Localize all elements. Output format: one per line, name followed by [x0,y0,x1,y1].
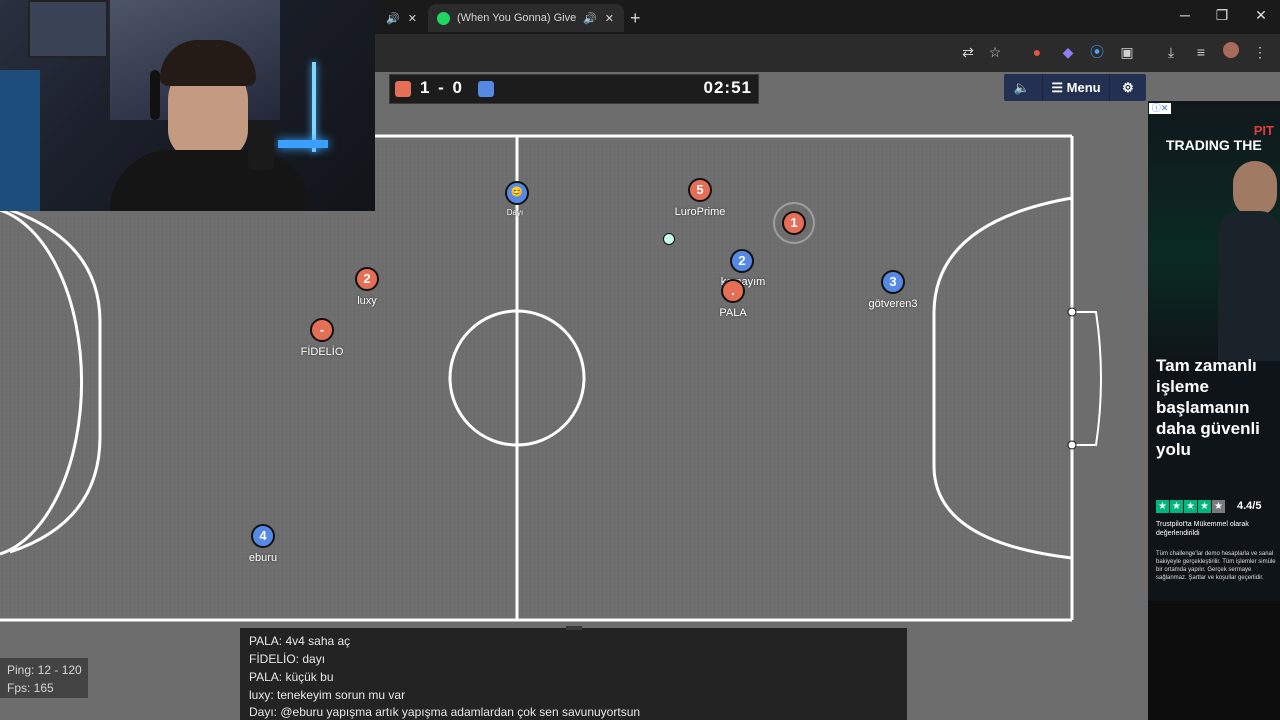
speaker-icon: 🔊 [583,12,597,25]
ad-bottom [1148,601,1280,720]
new-tab-button[interactable]: + [630,4,652,32]
extension-wave-icon[interactable]: ⦿ [1087,42,1107,62]
light-bar [312,62,316,152]
blue-chair [0,70,40,211]
chat-box: PALA: 4v4 saha aç FİDELİO: dayı PALA: kü… [240,628,907,720]
tab-muted[interactable]: 🔊 ✕ [380,4,422,32]
chat-resize-handle[interactable] [566,626,582,630]
player-name: eburu [248,552,278,564]
blue-team-indicator [478,81,494,97]
extension-game-icon[interactable]: ◆ [1058,42,1078,62]
player-blue-eburu: 4 [251,524,275,548]
stats-panel: Ping: 12 - 120 Fps: 165 [0,658,88,698]
ad-stars: ★ ★ ★ ★ ★ [1156,500,1225,513]
chat-message: luxy: tenekeyim sorun mu var [249,688,406,702]
ping-readout: Ping: 12 - 120 [7,663,82,677]
ad-headline: TRADING THE [1166,137,1262,153]
red-team-indicator [395,81,411,97]
menu-button[interactable]: ☰ Menu [1042,74,1110,101]
browser-menu-icon[interactable]: ⋮ [1250,42,1270,62]
chat-message: Dayı: @eburu yapışma artık yapışma adaml… [249,705,641,719]
player-name: luxy [357,295,377,307]
advertisement[interactable]: ⓘ✕ PIT TRADING THE Tam zamanlı işleme ba… [1148,101,1280,601]
scoreboard: 1 - 0 02:51 [389,74,759,104]
wall-poster [28,0,108,58]
settings-gear-icon[interactable]: ⚙ [1110,74,1146,101]
speaker-icon: 🔊 [386,12,400,25]
goal-right [1072,311,1102,446]
streamer-shirt [110,150,310,211]
player-blue-kemayim: 2 [730,249,754,273]
ad-brand: PIT [1253,123,1274,138]
player-red-pala: . [721,279,745,303]
chat-message: PALA: küçük bu [249,670,334,684]
microphone [248,120,274,170]
goal-post-bottom [1067,440,1077,450]
tab-title: (When You Gonna) Give It U [457,12,579,24]
player-name: PALA [719,307,747,319]
goal-post-top [1067,307,1077,317]
player-blue-dayi: 😊 [505,181,529,205]
menu-label: Menu [1066,80,1101,95]
hamburger-icon: ☰ [1051,80,1064,95]
close-tab-icon[interactable]: ✕ [605,12,614,25]
star-icon: ★ [1156,500,1169,513]
ad-person-body [1218,211,1280,361]
media-control-icon[interactable]: ≡ [1191,42,1211,62]
ad-trust: Trustpilot'ta Mükemmel olarak değerlendi… [1156,521,1249,537]
extension-fox-icon[interactable]: ● [1027,42,1047,62]
chat-message: FİDELİO: dayı [249,652,326,666]
player-red-luroprime: 5 [688,178,712,202]
player-red-1: 1 [782,211,806,235]
player-name: Dayı [506,208,524,217]
star-icon: ★ [1184,500,1197,513]
extensions-puzzle-icon[interactable]: ▣ [1117,42,1137,62]
ad-body: Tam zamanlı işleme başlamanın daha güven… [1156,356,1260,459]
player-red-fidelio: - [310,318,334,342]
player-blue-gotveren3: 3 [881,270,905,294]
ad-person [1233,161,1277,217]
close-window-icon[interactable]: ✕ [1246,7,1276,24]
star-icon: ★ [1198,500,1211,513]
fps-readout: Fps: 165 [7,681,54,695]
close-tab-icon[interactable]: ✕ [408,12,417,25]
chat-message: PALA: 4v4 saha aç [249,634,351,648]
ad-rating: 4.4/5 [1237,500,1262,512]
player-red-luxy: 2 [355,267,379,291]
maximize-icon[interactable]: ❐ [1207,7,1237,24]
ad-info-icon[interactable]: ⓘ✕ [1149,103,1171,114]
bookmark-star-icon[interactable]: ☆ [985,42,1005,62]
download-icon[interactable]: ⤓ [1161,42,1181,62]
ad-fine-print: Tüm challenge'lar demo hesaplarla ve san… [1156,551,1276,581]
light-strip [278,140,328,148]
minimize-icon[interactable]: ─ [1170,7,1200,23]
profile-avatar[interactable] [1221,42,1241,62]
player-name: LuroPrime [674,206,726,218]
headset [150,70,160,120]
translate-icon[interactable]: ⇄ [958,42,978,62]
player-name: götveren3 [868,298,918,310]
ad-top-strip [1148,72,1280,101]
star-icon: ★ [1170,500,1183,513]
match-timer: 02:51 [703,78,752,97]
sound-icon[interactable]: 🔈 [1004,74,1040,101]
game-menu-bar: 🔈 ☰ Menu ⚙ [1004,74,1146,101]
spotify-icon [437,11,450,25]
score: 1 - 0 [420,78,465,97]
player-name: FİDELİO [300,346,344,358]
tab-spotify[interactable]: (When You Gonna) Give It U 🔊 ✕ [428,4,624,32]
ball [663,233,675,245]
webcam-overlay [0,0,375,211]
star-icon: ★ [1212,500,1225,513]
